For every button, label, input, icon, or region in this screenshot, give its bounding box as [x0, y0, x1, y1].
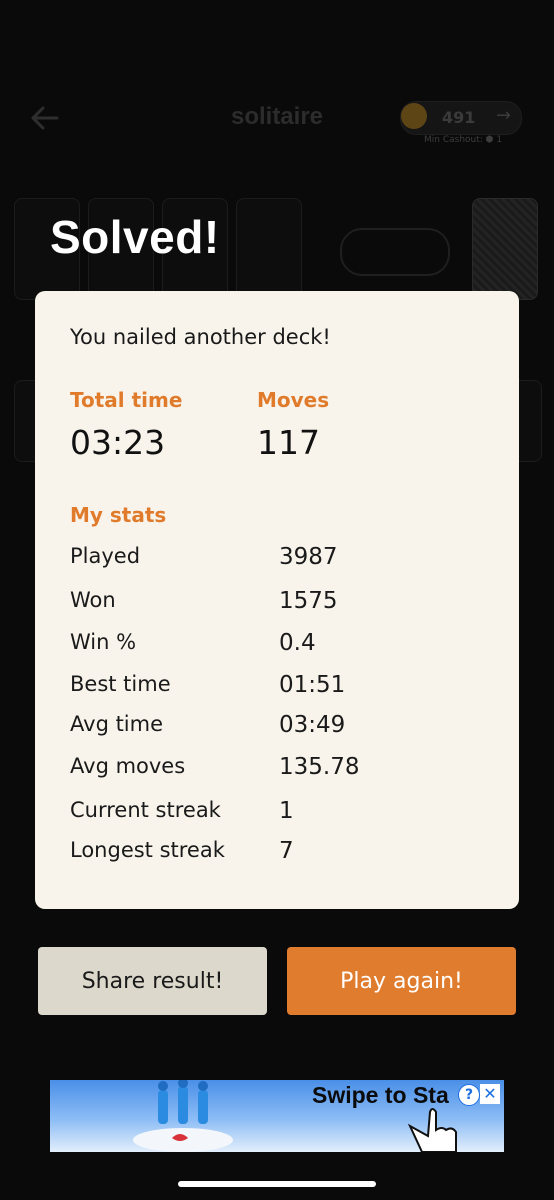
- min-cashout-label: Min Cashout: ⬢ 1: [424, 135, 503, 145]
- stat-avg-moves-label: Avg moves: [70, 754, 186, 778]
- stat-avg-time-label: Avg time: [70, 712, 164, 736]
- coin-icon: [401, 103, 427, 129]
- result-subtitle: You nailed another deck!: [70, 325, 331, 349]
- stat-won-label: Won: [70, 588, 116, 612]
- pointing-hand-icon: [407, 1108, 457, 1152]
- ad-close-icon[interactable]: ✕: [480, 1084, 500, 1104]
- stat-avg-time-value: 03:49: [279, 712, 346, 738]
- top-bar: solitaire 491 → Min Cashout: ⬢ 1: [0, 95, 554, 155]
- ad-runners-image: [133, 1080, 233, 1152]
- play-again-button[interactable]: Play again!: [287, 947, 516, 1015]
- stat-avg-moves-value: 135.78: [279, 754, 360, 780]
- home-indicator: [178, 1181, 376, 1187]
- my-stats-heading: My stats: [70, 503, 167, 527]
- total-time-label: Total time: [70, 388, 183, 412]
- stock-pile: [472, 198, 538, 300]
- stat-played-label: Played: [70, 544, 141, 568]
- ad-info-icon[interactable]: ?: [458, 1084, 480, 1106]
- total-time-value: 03:23: [70, 423, 166, 462]
- moves-label: Moves: [257, 388, 330, 412]
- stat-win-percent-value: 0.4: [279, 630, 316, 656]
- arrow-right-icon: →: [496, 105, 512, 126]
- stat-played-value: 3987: [279, 544, 338, 570]
- result-panel: You nailed another deck! Total time 03:2…: [35, 291, 519, 909]
- stat-longest-streak-value: 7: [279, 838, 294, 864]
- stat-longest-streak-label: Longest streak: [70, 838, 225, 862]
- share-result-button[interactable]: Share result!: [38, 947, 267, 1015]
- moves-value: 117: [257, 423, 320, 462]
- stat-current-streak-value: 1: [279, 798, 294, 824]
- foundation-slot: [236, 198, 302, 300]
- stat-won-value: 1575: [279, 588, 338, 614]
- solved-title: Solved!: [50, 211, 220, 263]
- stat-current-streak-label: Current streak: [70, 798, 221, 822]
- coin-balance: 491: [442, 108, 476, 127]
- ad-banner[interactable]: Swipe to Sta ? ✕: [50, 1080, 504, 1152]
- ad-headline: Swipe to Sta: [312, 1082, 449, 1108]
- stat-best-time-label: Best time: [70, 672, 171, 696]
- stat-best-time-value: 01:51: [279, 672, 346, 698]
- background-pill: [340, 228, 450, 276]
- stat-win-percent-label: Win %: [70, 630, 137, 654]
